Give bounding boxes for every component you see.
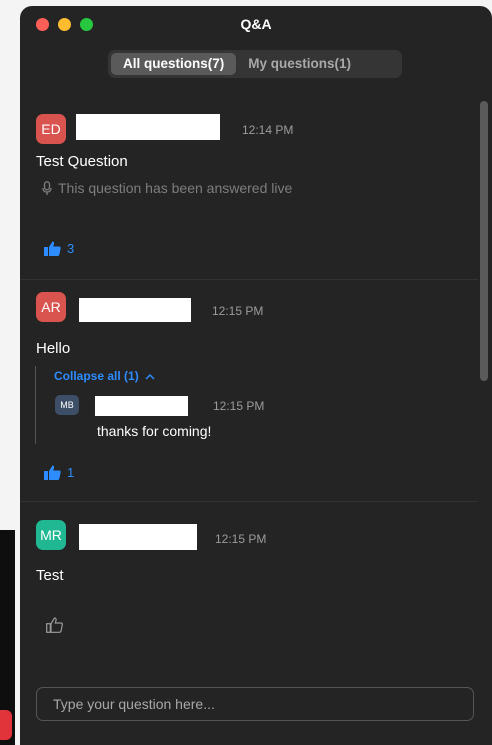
like-count: 1 — [67, 465, 75, 480]
question-item: AR 12:15 PM Hello Collapse all (1) MB 12… — [20, 280, 478, 500]
redacted-name — [76, 114, 220, 140]
chevron-up-icon — [145, 373, 155, 380]
question-input-container — [36, 687, 474, 721]
question-input[interactable] — [37, 696, 473, 712]
window-title: Q&A — [240, 16, 272, 32]
tab-all-questions[interactable]: All questions(7) — [111, 53, 237, 75]
redacted-reply-name — [95, 396, 188, 416]
microphone-icon — [42, 180, 52, 195]
screen: Q&A All questions(7) My questions(1) ED … — [0, 0, 492, 745]
like-button[interactable]: 3 — [44, 241, 74, 256]
reply-time: 12:15 PM — [213, 399, 265, 413]
question-item: ED 12:14 PM Test Question This question … — [20, 98, 478, 290]
thumbs-up-outline-icon — [46, 617, 63, 633]
thread-line — [35, 366, 36, 444]
question-time: 12:15 PM — [215, 532, 267, 546]
qa-window: Q&A All questions(7) My questions(1) ED … — [20, 6, 492, 745]
title-bar: Q&A — [20, 6, 492, 42]
background-window — [0, 530, 15, 745]
background-red-tab — [0, 710, 12, 740]
redacted-name — [79, 298, 191, 322]
reply-avatar: MB — [55, 395, 79, 415]
avatar: MR — [36, 520, 66, 550]
redacted-name — [79, 524, 197, 550]
question-text: Hello — [36, 340, 71, 357]
collapse-label: Collapse all (1) — [54, 369, 139, 383]
status-text: This question has been answered live — [58, 180, 293, 196]
collapse-replies-button[interactable]: Collapse all (1) — [54, 369, 155, 383]
question-time: 12:14 PM — [242, 123, 294, 137]
tab-my-questions[interactable]: My questions(1) — [236, 53, 363, 75]
avatar: ED — [36, 114, 66, 144]
question-filter-tabs: All questions(7) My questions(1) — [108, 50, 402, 78]
question-text: Test Question — [36, 153, 128, 170]
avatar: AR — [36, 292, 66, 322]
answered-live-status: This question has been answered live — [42, 180, 292, 196]
question-item: MR 12:15 PM Test — [20, 502, 478, 681]
thumbs-up-icon — [44, 465, 61, 480]
questions-list: ED 12:14 PM Test Question This question … — [20, 98, 478, 681]
scrollbar[interactable] — [480, 101, 488, 381]
thumbs-up-icon — [44, 241, 61, 256]
like-button[interactable] — [46, 617, 69, 633]
question-time: 12:15 PM — [212, 304, 264, 318]
like-count: 3 — [67, 241, 75, 256]
like-button[interactable]: 1 — [44, 465, 74, 480]
reply-text: thanks for coming! — [97, 423, 212, 439]
question-text: Test — [36, 567, 64, 584]
